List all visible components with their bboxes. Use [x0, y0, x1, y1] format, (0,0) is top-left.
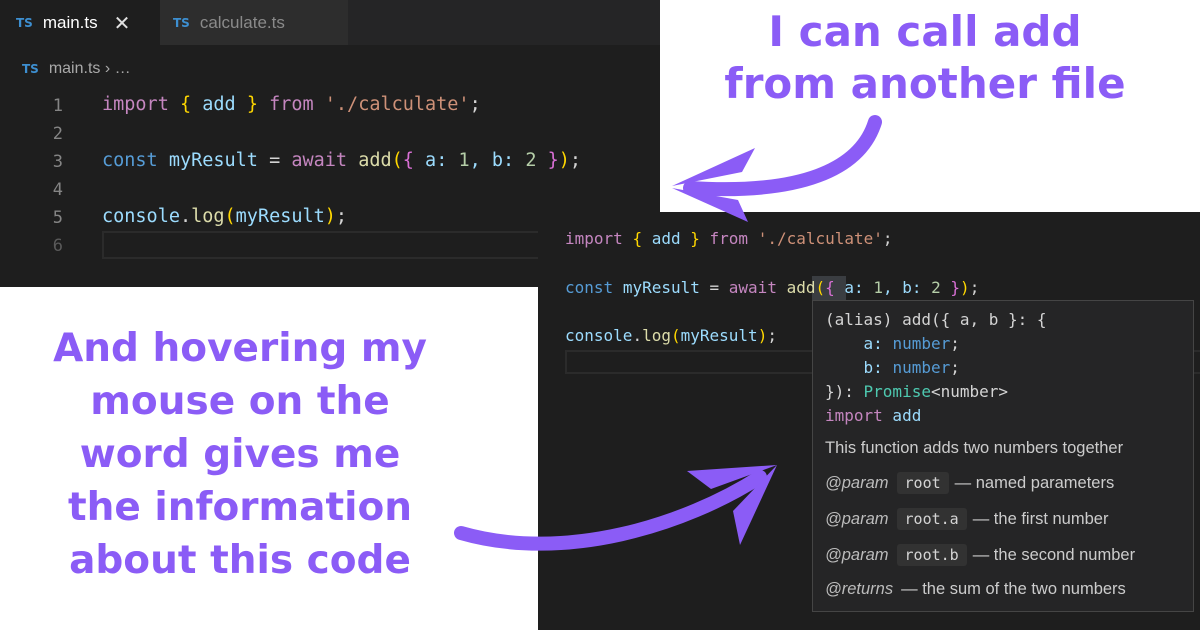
- code-line-const[interactable]: const myResult = await add({ a: 1, b: 2 …: [102, 150, 581, 171]
- hover-description: This function adds two numbers together: [825, 439, 1124, 457]
- hover-tooltip: (alias) add({ a, b }: { a: number; b: nu…: [812, 300, 1194, 612]
- typescript-icon: TS: [16, 15, 33, 30]
- annotation-line: from another file: [724, 59, 1126, 108]
- annotation-line: word gives me: [79, 432, 401, 477]
- annotation-line: the information: [67, 485, 413, 530]
- line-number: 4: [52, 180, 63, 200]
- line-number: 6: [52, 236, 63, 256]
- line-number: 3: [52, 152, 63, 172]
- arrow-icon: [454, 465, 777, 551]
- typescript-icon: TS: [173, 15, 190, 30]
- annotation-call-add: I can call add from another file: [690, 6, 1160, 110]
- breadcrumb-file[interactable]: main.ts: [49, 60, 101, 78]
- annotation-hover-info: And hovering my mouse on the word gives …: [0, 322, 480, 587]
- tab-bar: TS main.ts ✕ TS calculate.ts: [0, 0, 660, 45]
- param-root: @param root — named parameters: [825, 472, 1115, 494]
- param-root-b: @param root.b — the second number: [825, 544, 1136, 566]
- tab-label: calculate.ts: [199, 12, 285, 32]
- annotation-line: mouse on the: [90, 379, 390, 424]
- returns-line: @returns — the sum of the two numbers: [825, 580, 1126, 598]
- breadcrumb-separator: › …: [100, 60, 131, 77]
- annotation-line: I can call add: [768, 7, 1082, 56]
- signature-line: b: number;: [825, 358, 960, 377]
- line-number: 1: [52, 96, 63, 116]
- annotation-line: about this code: [69, 538, 411, 583]
- signature-line: (alias) add({ a, b }: {: [825, 310, 1047, 329]
- annotation-line: And hovering my: [53, 326, 427, 371]
- line-number: 5: [52, 208, 63, 228]
- code-line-const[interactable]: const myResult = await add({ a: 1, b: 2 …: [565, 278, 979, 297]
- signature-line: a: number;: [825, 334, 960, 353]
- line-number: 2: [52, 124, 63, 144]
- signature-line: }): Promise<number>: [825, 382, 1009, 401]
- import-line: import add: [825, 406, 922, 425]
- code-line-import[interactable]: import { add } from './calculate';: [102, 94, 481, 115]
- typescript-icon: TS: [22, 62, 39, 76]
- tab-label: main.ts: [42, 12, 98, 32]
- param-root-a: @param root.a — the first number: [825, 508, 1109, 530]
- hovered-word-add[interactable]: add: [787, 278, 816, 297]
- breadcrumb[interactable]: TS main.ts › …: [22, 60, 131, 78]
- tab-main-ts[interactable]: TS main.ts ✕: [0, 0, 160, 45]
- code-line-console[interactable]: console.log(myResult);: [565, 326, 777, 345]
- close-icon[interactable]: ✕: [114, 11, 131, 35]
- tab-calculate-ts[interactable]: TS calculate.ts: [160, 0, 348, 45]
- arrow-icon: [672, 115, 882, 222]
- code-line-console[interactable]: console.log(myResult);: [102, 206, 347, 227]
- code-line-import[interactable]: import { add } from './calculate';: [565, 229, 893, 248]
